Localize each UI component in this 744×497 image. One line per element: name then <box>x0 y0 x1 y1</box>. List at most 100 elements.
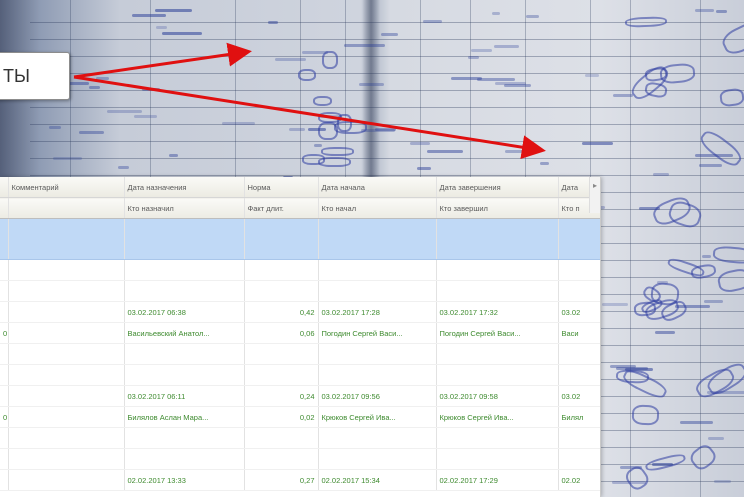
table-cell[interactable] <box>8 218 125 239</box>
table-row[interactable] <box>0 218 600 239</box>
table-row[interactable] <box>0 364 600 386</box>
table-cell[interactable]: Погодин Сергей Васи... <box>318 322 437 344</box>
table-cell[interactable] <box>0 239 9 260</box>
table-cell[interactable] <box>558 448 600 470</box>
table-cell[interactable]: 0,02 <box>244 406 319 428</box>
table-row[interactable]: 02.02.2017 13:33 0,27 02.02.2017 15:34 02.0… <box>0 469 600 491</box>
table-cell[interactable] <box>318 364 437 386</box>
table-cell[interactable] <box>244 218 319 239</box>
table-cell[interactable] <box>0 427 9 449</box>
column-header-bottom-4[interactable]: Кто начал <box>318 197 437 219</box>
table-cell[interactable] <box>558 239 600 260</box>
table-row[interactable]: 03.02.2017 06:11 0,24 03.02.2017 09:56 03.0… <box>0 385 600 407</box>
table-cell[interactable] <box>0 364 9 386</box>
table-cell[interactable]: 03.02.2017 17:28 <box>318 301 437 323</box>
table-cell[interactable] <box>0 218 9 239</box>
column-header-bottom-5[interactable]: Кто завершил <box>436 197 559 219</box>
table-cell[interactable]: 03.02.2017 09:58 <box>436 385 559 407</box>
table-cell[interactable]: Погодин Сергей Васи... <box>436 322 559 344</box>
table-cell[interactable] <box>436 218 559 239</box>
table-cell[interactable] <box>318 280 437 302</box>
table-cell[interactable] <box>0 301 9 323</box>
table-cell[interactable]: 0 <box>0 322 9 344</box>
table-cell[interactable]: 03.02 <box>558 301 600 323</box>
table-cell[interactable] <box>8 385 125 407</box>
table-row[interactable] <box>0 259 600 281</box>
table-cell[interactable]: 0 <box>0 406 9 428</box>
table-row[interactable] <box>0 343 600 365</box>
table-cell[interactable]: 02.02.2017 13:33 <box>124 469 245 491</box>
table-cell[interactable]: 02.02 <box>558 469 600 491</box>
table-cell[interactable]: Васильевский Анатол... <box>124 322 245 344</box>
table-row[interactable] <box>0 427 600 449</box>
column-header-bottom-1[interactable] <box>8 197 125 219</box>
table-cell[interactable]: 03.02.2017 06:11 <box>124 385 245 407</box>
column-header-top-2[interactable]: Дата назначения <box>124 177 245 198</box>
table-row[interactable] <box>0 448 600 470</box>
table-cell[interactable]: 03.02.2017 17:32 <box>436 301 559 323</box>
table-cell[interactable] <box>558 343 600 365</box>
table-cell[interactable] <box>436 343 559 365</box>
table-cell[interactable] <box>124 364 245 386</box>
table-cell[interactable] <box>0 280 9 302</box>
table-row[interactable] <box>0 239 600 260</box>
table-cell[interactable] <box>124 218 245 239</box>
table-cell[interactable] <box>8 239 125 260</box>
table-cell[interactable] <box>558 427 600 449</box>
table-cell[interactable] <box>244 280 319 302</box>
table-cell[interactable] <box>436 280 559 302</box>
table-cell[interactable] <box>124 259 245 281</box>
tasks-table[interactable]: Комментарий Дата назначения Норма Дата нача… <box>0 177 600 491</box>
table-cell[interactable]: 0,24 <box>244 385 319 407</box>
table-row[interactable]: 0 Васильевский Анатол... 0,06 Погодин Серге… <box>0 322 600 344</box>
table-cell[interactable] <box>8 343 125 365</box>
tasks-grid[interactable]: Комментарий Дата назначения Норма Дата нача… <box>0 177 601 497</box>
column-header-top-1[interactable]: Комментарий <box>8 177 125 198</box>
table-cell[interactable]: Билялов Аслан Мара... <box>124 406 245 428</box>
table-cell[interactable] <box>0 385 9 407</box>
column-header-top-5[interactable]: Дата завершения <box>436 177 559 198</box>
table-cell[interactable] <box>124 343 245 365</box>
table-cell[interactable]: Крюков Сергей Ива... <box>318 406 437 428</box>
scroll-right-button[interactable]: ▸ <box>589 177 600 213</box>
table-cell[interactable] <box>436 364 559 386</box>
table-cell[interactable]: Васи <box>558 322 600 344</box>
table-cell[interactable] <box>8 322 125 344</box>
column-header-bottom-0[interactable] <box>0 197 9 219</box>
table-cell[interactable] <box>8 280 125 302</box>
table-cell[interactable] <box>558 218 600 239</box>
table-cell[interactable] <box>558 259 600 281</box>
table-cell[interactable] <box>0 469 9 491</box>
column-header-bottom-3[interactable]: Факт длит. <box>244 197 319 219</box>
table-cell[interactable]: 02.02.2017 15:34 <box>318 469 437 491</box>
table-cell[interactable] <box>436 427 559 449</box>
table-cell[interactable] <box>124 280 245 302</box>
table-cell[interactable] <box>0 343 9 365</box>
table-cell[interactable] <box>8 406 125 428</box>
table-cell[interactable]: Крюков Сергей Ива... <box>436 406 559 428</box>
table-row[interactable] <box>0 280 600 302</box>
table-cell[interactable] <box>8 259 125 281</box>
table-cell[interactable] <box>244 239 319 260</box>
table-cell[interactable]: 03.02.2017 09:56 <box>318 385 437 407</box>
table-cell[interactable] <box>8 364 125 386</box>
column-header-bottom-2[interactable]: Кто назначил <box>124 197 245 219</box>
table-cell[interactable]: 02.02.2017 17:29 <box>436 469 559 491</box>
table-cell[interactable] <box>318 427 437 449</box>
table-cell[interactable] <box>244 364 319 386</box>
table-row[interactable]: 03.02.2017 06:38 0,42 03.02.2017 17:28 03.0… <box>0 301 600 323</box>
table-cell[interactable] <box>124 239 245 260</box>
table-cell[interactable]: 0,27 <box>244 469 319 491</box>
table-cell[interactable] <box>124 427 245 449</box>
table-cell[interactable] <box>244 448 319 470</box>
table-cell[interactable] <box>318 239 437 260</box>
table-cell[interactable]: Билял <box>558 406 600 428</box>
table-cell[interactable] <box>244 259 319 281</box>
table-row[interactable]: 0 Билялов Аслан Мара... 0,02 Крюков Сергей … <box>0 406 600 428</box>
table-cell[interactable] <box>436 239 559 260</box>
table-cell[interactable]: 03.02 <box>558 385 600 407</box>
table-cell[interactable] <box>558 280 600 302</box>
table-cell[interactable] <box>8 469 125 491</box>
column-header-top-0[interactable] <box>0 177 9 198</box>
table-cell[interactable] <box>318 448 437 470</box>
